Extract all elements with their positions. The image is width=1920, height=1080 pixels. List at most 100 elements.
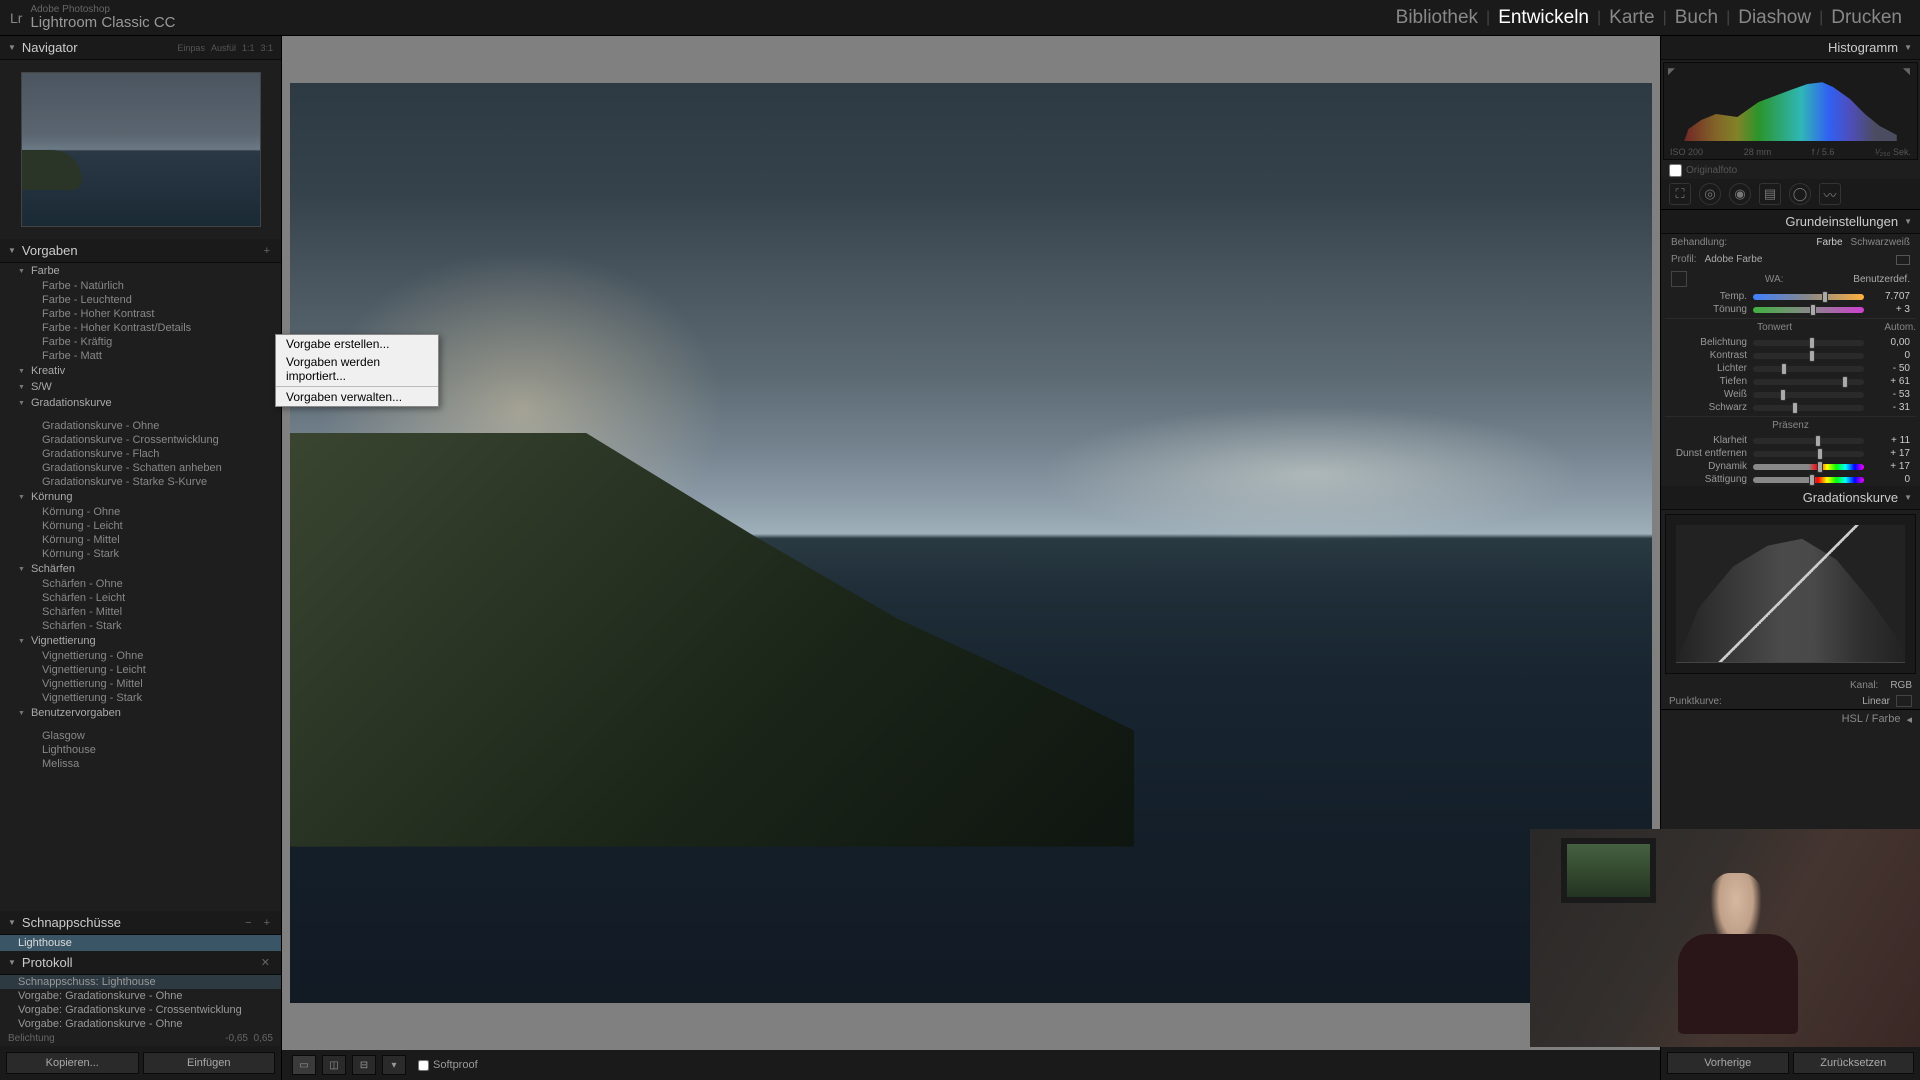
preset-item[interactable]: Schärfen - Ohne — [0, 577, 281, 591]
preset-item[interactable]: Gradationskurve - Schatten anheben — [0, 461, 281, 475]
preset-item[interactable]: Glasgow — [0, 729, 281, 743]
image-viewport[interactable] — [282, 36, 1660, 1050]
shadows-slider[interactable] — [1753, 379, 1864, 385]
history-item[interactable]: Vorgabe: Gradationskurve - Ohne — [0, 1017, 281, 1031]
temp-slider[interactable] — [1753, 294, 1864, 300]
wb-dropper-icon[interactable] — [1671, 271, 1687, 287]
module-develop[interactable]: Entwickeln — [1490, 7, 1597, 29]
tint-slider[interactable] — [1753, 307, 1864, 313]
highlights-slider[interactable] — [1753, 366, 1864, 372]
original-checkbox[interactable] — [1669, 164, 1682, 177]
hsl-header[interactable]: HSL / Farbe ◂ — [1661, 709, 1920, 729]
preset-item[interactable]: Schärfen - Leicht — [0, 591, 281, 605]
history-item[interactable]: Schnappschuss: Lighthouse — [0, 975, 281, 989]
snapshots-header[interactable]: ▼ Schnappschüsse − + — [0, 911, 281, 935]
preset-group[interactable]: ▼S/W — [0, 379, 281, 395]
preset-item[interactable]: Gradationskurve - Flach — [0, 447, 281, 461]
preset-item[interactable]: Körnung - Ohne — [0, 505, 281, 519]
dehaze-slider[interactable] — [1753, 451, 1864, 457]
histogram-header[interactable]: Histogramm ▼ — [1661, 36, 1920, 60]
profile-row[interactable]: Profil: Adobe Farbe — [1665, 251, 1916, 268]
ctx-import-presets[interactable]: Vorgaben werden importiert... — [276, 353, 438, 385]
crop-tool-icon[interactable]: ⛶ — [1669, 183, 1691, 205]
module-book[interactable]: Buch — [1667, 7, 1726, 29]
saturation-slider[interactable] — [1753, 477, 1864, 483]
brush-tool-icon[interactable]: 〰 — [1819, 183, 1841, 205]
spot-tool-icon[interactable]: ◎ — [1699, 183, 1721, 205]
view-dropdown-icon[interactable]: ▾ — [382, 1055, 406, 1075]
ctx-manage-presets[interactable]: Vorgaben verwalten... — [276, 388, 438, 406]
history-item[interactable]: Belichtung — [8, 1033, 55, 1044]
history-header[interactable]: ▼ Protokoll ✕ — [0, 951, 281, 975]
history-item[interactable]: Vorgabe: Gradationskurve - Crossentwickl… — [0, 1003, 281, 1017]
preset-item[interactable]: Gradationskurve - Starke S-Kurve — [0, 475, 281, 489]
preset-item[interactable]: Schärfen - Stark — [0, 619, 281, 633]
radial-tool-icon[interactable]: ◯ — [1789, 183, 1811, 205]
view-loupe-icon[interactable]: ▭ — [292, 1055, 316, 1075]
copy-button[interactable]: Kopieren... — [6, 1052, 139, 1074]
softproof-toggle[interactable]: Softproof — [418, 1059, 478, 1071]
vibrance-slider[interactable] — [1753, 464, 1864, 470]
history-clear[interactable]: ✕ — [258, 956, 273, 969]
preset-item[interactable]: Körnung - Mittel — [0, 533, 281, 547]
preset-group[interactable]: ▼Kreativ — [0, 363, 281, 379]
preset-item[interactable]: Farbe - Natürlich — [0, 279, 281, 293]
preset-item[interactable]: Farbe - Leuchtend — [0, 293, 281, 307]
preset-item[interactable]: Melissa — [0, 757, 281, 771]
preset-item[interactable]: Lighthouse — [0, 743, 281, 757]
presets-plus-icon[interactable]: + — [261, 245, 273, 257]
tonecurve-graph[interactable] — [1665, 514, 1916, 674]
navigator-header[interactable]: ▼ Navigator EinpasAusfül1:13:1 — [0, 36, 281, 60]
preset-item[interactable]: Farbe - Hoher Kontrast/Details — [0, 321, 281, 335]
reset-button[interactable]: Zurücksetzen — [1793, 1052, 1915, 1074]
preset-item[interactable]: Farbe - Hoher Kontrast — [0, 307, 281, 321]
profile-browser-icon[interactable] — [1896, 255, 1910, 265]
tonecurve-header[interactable]: Gradationskurve ▼ — [1661, 486, 1920, 510]
ctx-create-preset[interactable]: Vorgabe erstellen... — [276, 335, 438, 353]
preset-item[interactable]: Vignettierung - Leicht — [0, 663, 281, 677]
whites-slider[interactable] — [1753, 392, 1864, 398]
softproof-checkbox[interactable] — [418, 1060, 429, 1071]
snapshots-minus[interactable]: − — [242, 917, 254, 929]
preset-group[interactable]: ▼Gradationskurve — [0, 395, 281, 411]
preset-item[interactable]: Vignettierung - Ohne — [0, 649, 281, 663]
preset-item[interactable]: Körnung - Leicht — [0, 519, 281, 533]
presets-header[interactable]: ▼ Vorgaben + — [0, 239, 281, 263]
pointcurve-toggle-icon[interactable] — [1896, 695, 1912, 707]
curve-channel-dropdown[interactable]: RGB — [1890, 680, 1912, 691]
wb-preset-dropdown[interactable]: Benutzerdef. — [1853, 274, 1910, 285]
module-slideshow[interactable]: Diashow — [1730, 7, 1819, 29]
paste-button[interactable]: Einfügen — [143, 1052, 276, 1074]
gradient-tool-icon[interactable]: ▤ — [1759, 183, 1781, 205]
treatment-color[interactable]: Farbe — [1816, 237, 1842, 248]
basic-header[interactable]: Grundeinstellungen ▼ — [1661, 210, 1920, 234]
history-item[interactable]: Vorgabe: Gradationskurve - Ohne — [0, 989, 281, 1003]
shadow-clip-icon[interactable]: ◤ — [1668, 66, 1678, 76]
preset-item[interactable]: Vignettierung - Mittel — [0, 677, 281, 691]
snapshots-plus[interactable]: + — [261, 917, 273, 929]
module-library[interactable]: Bibliothek — [1388, 7, 1486, 29]
view-before-after-icon[interactable]: ⊟ — [352, 1055, 376, 1075]
blacks-slider[interactable] — [1753, 405, 1864, 411]
snapshot-item[interactable]: Lighthouse — [0, 935, 281, 951]
preset-item[interactable]: Farbe - Kräftig — [0, 335, 281, 349]
pointcurve-dropdown[interactable]: Linear — [1862, 696, 1890, 707]
module-print[interactable]: Drucken — [1823, 7, 1910, 29]
preset-item[interactable]: Gradationskurve - Ohne — [0, 419, 281, 433]
contrast-slider[interactable] — [1753, 353, 1864, 359]
original-photo-toggle[interactable]: Originalfoto — [1661, 162, 1920, 179]
preset-group[interactable]: ▼Vignettierung — [0, 633, 281, 649]
highlight-clip-icon[interactable]: ◥ — [1903, 66, 1913, 76]
treatment-bw[interactable]: Schwarzweiß — [1851, 237, 1910, 248]
navigator-thumbnail[interactable] — [21, 72, 261, 227]
preset-group[interactable]: ▼Farbe — [0, 263, 281, 279]
preset-item[interactable]: Vignettierung - Stark — [0, 691, 281, 705]
preset-group[interactable]: ▼Benutzervorgaben — [0, 705, 281, 721]
preset-group[interactable]: ▼Schärfen — [0, 561, 281, 577]
preset-item[interactable]: Gradationskurve - Crossentwicklung — [0, 433, 281, 447]
view-compare-icon[interactable]: ◫ — [322, 1055, 346, 1075]
clarity-slider[interactable] — [1753, 438, 1864, 444]
module-map[interactable]: Karte — [1601, 7, 1662, 29]
preset-item[interactable]: Schärfen - Mittel — [0, 605, 281, 619]
preset-item[interactable]: Körnung - Stark — [0, 547, 281, 561]
